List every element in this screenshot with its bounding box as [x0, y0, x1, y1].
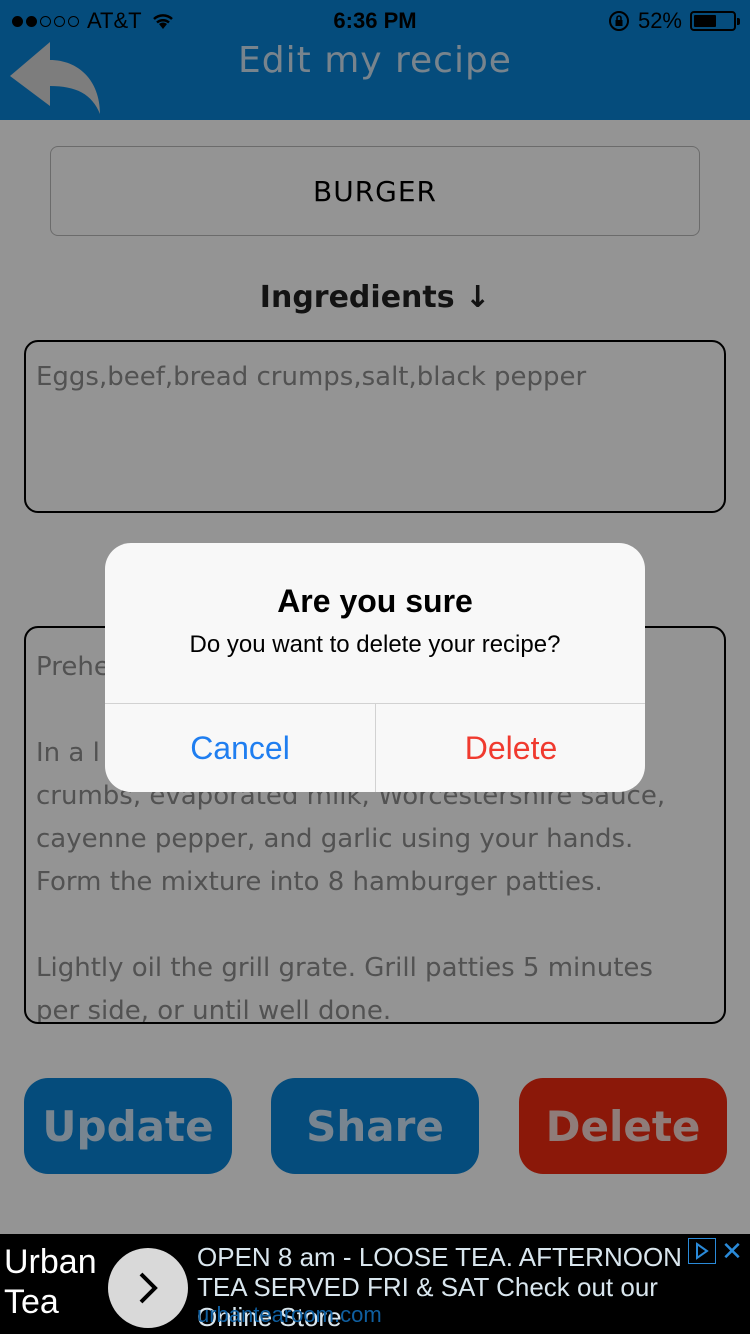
- adchoices-icon[interactable]: [688, 1238, 716, 1264]
- dialog-cancel-button[interactable]: Cancel: [105, 704, 375, 792]
- ad-banner[interactable]: Urban Tea OPEN 8 am - LOOSE TEA. AFTERNO…: [0, 1234, 750, 1334]
- dialog-message: Do you want to delete your recipe?: [189, 631, 561, 658]
- ad-open-button[interactable]: [108, 1248, 188, 1328]
- ad-url: urbantearoom.com: [197, 1302, 382, 1327]
- ad-brand-line2: Tea: [4, 1283, 59, 1321]
- ad-brand-line1: Urban: [4, 1243, 97, 1281]
- dialog-title: Are you sure: [277, 583, 473, 619]
- screen: AT&T 6:36 PM 52% Edit my recipe BURGER I…: [0, 0, 750, 1334]
- confirm-delete-dialog: Are you sure Do you want to delete your …: [105, 543, 645, 792]
- chevron-right-icon: [139, 1272, 158, 1304]
- ad-close-icon[interactable]: ✕: [720, 1236, 744, 1266]
- ad-brand: Urban Tea: [4, 1242, 97, 1322]
- dialog-delete-button[interactable]: Delete: [376, 704, 645, 792]
